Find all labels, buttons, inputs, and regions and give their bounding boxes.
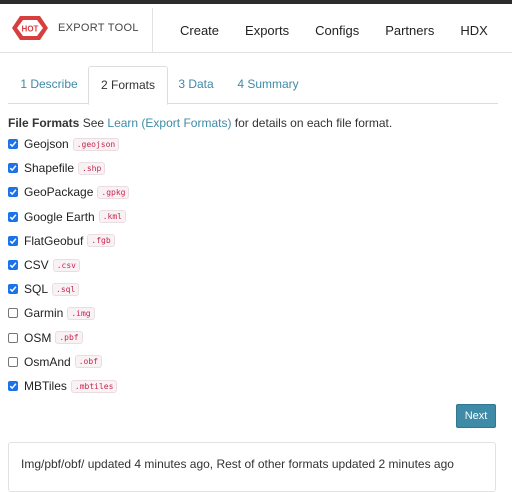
format-extension: .shp <box>78 161 106 175</box>
brand-divider <box>152 8 153 52</box>
format-checkbox[interactable] <box>8 235 18 246</box>
format-checkbox[interactable] <box>8 211 18 222</box>
brand-title: EXPORT TOOL <box>58 22 139 34</box>
format-row-shapefile[interactable]: Shapefile .shp <box>8 159 106 177</box>
format-row-garmin[interactable]: Garmin .img <box>8 304 95 322</box>
format-extension: .fgb <box>87 234 115 248</box>
format-name: MBTiles <box>24 379 67 393</box>
format-extension: .sql <box>52 282 80 296</box>
tab-summary[interactable]: 4 Summary <box>230 66 306 102</box>
format-extension: .csv <box>52 258 80 272</box>
format-row-sql[interactable]: SQL .sql <box>8 280 80 298</box>
check-icon <box>9 262 17 269</box>
format-name: Google Earth <box>24 209 95 224</box>
nav-menu: Create Exports Configs Partners HDX Ad <box>180 8 512 52</box>
status-text: Img/pbf/obf/ updated 4 minutes ago, Rest… <box>21 457 454 471</box>
format-checkbox[interactable] <box>8 139 18 149</box>
format-checkbox[interactable] <box>8 381 18 391</box>
format-name: OSM <box>24 330 52 345</box>
check-icon <box>9 286 17 293</box>
nav-exports[interactable]: Exports <box>245 23 289 38</box>
format-name: SQL <box>24 282 49 297</box>
format-checkbox[interactable] <box>8 356 18 367</box>
format-name: Garmin <box>24 306 64 321</box>
check-icon <box>9 213 17 220</box>
format-checkbox[interactable] <box>8 308 18 319</box>
format-checkbox[interactable] <box>8 260 18 270</box>
format-name: FlatGeobuf <box>24 233 84 248</box>
format-extension: .kml <box>98 210 126 224</box>
tab-describe[interactable]: 1 Describe <box>12 66 86 102</box>
file-formats-header: File Formats See Learn (Export Formats) … <box>8 116 392 130</box>
format-extension: .mbtiles <box>70 379 118 393</box>
format-checkbox[interactable] <box>8 163 18 174</box>
navbar: HOT EXPORT TOOL Create Exports Configs P… <box>0 4 512 53</box>
nav-hdx[interactable]: HDX <box>460 23 487 38</box>
format-row-geopackage[interactable]: GeoPackage .gpkg <box>8 183 130 201</box>
format-row-google-earth[interactable]: Google Earth .kml <box>8 208 126 226</box>
format-row-osm[interactable]: OSM .pbf <box>8 329 83 347</box>
format-row-flatgeobuf[interactable]: FlatGeobuf .fgb <box>8 232 115 250</box>
format-checkbox[interactable] <box>8 284 18 295</box>
check-icon <box>9 189 17 196</box>
format-checkbox[interactable] <box>8 332 18 343</box>
tab-data[interactable]: 3 Data <box>172 66 220 102</box>
format-extension: .obf <box>74 355 102 369</box>
nav-configs[interactable]: Configs <box>315 23 359 38</box>
format-extension: .geojson <box>72 137 120 151</box>
format-name: CSV <box>24 258 49 272</box>
format-name: Shapefile <box>24 161 75 176</box>
next-button[interactable]: Next <box>456 404 496 428</box>
check-icon <box>9 383 17 390</box>
format-row-mbtiles[interactable]: MBTiles .mbtiles <box>8 377 118 395</box>
format-row-csv[interactable]: CSV .csv <box>8 256 80 274</box>
learn-export-formats-link[interactable]: Learn (Export Formats) <box>107 116 231 130</box>
file-formats-title: File Formats <box>8 116 80 130</box>
format-name: GeoPackage <box>24 185 94 200</box>
step-tabs: 1 Describe 2 Formats 3 Data 4 Summary <box>8 66 498 105</box>
format-extension: .gpkg <box>97 185 130 199</box>
check-icon <box>9 141 17 148</box>
format-name: Geojson <box>24 137 69 151</box>
tab-formats[interactable]: 2 Formats <box>88 66 168 105</box>
file-formats-see: See <box>82 116 105 130</box>
svg-text:HOT: HOT <box>22 25 39 34</box>
check-icon <box>9 238 17 244</box>
format-row-osmand[interactable]: OsmAnd .obf <box>8 353 102 371</box>
format-extension: .pbf <box>55 331 83 345</box>
brand[interactable]: HOT EXPORT TOOL <box>8 10 156 46</box>
hot-logo-icon: HOT <box>12 16 48 40</box>
format-checkbox[interactable] <box>8 187 18 198</box>
format-name: OsmAnd <box>24 354 71 369</box>
status-panel: Img/pbf/obf/ updated 4 minutes ago, Rest… <box>8 442 496 492</box>
check-icon <box>9 165 17 172</box>
nav-create[interactable]: Create <box>180 23 219 38</box>
format-row-geojson[interactable]: Geojson .geojson <box>8 135 120 153</box>
format-extension: .img <box>67 306 95 320</box>
nav-partners[interactable]: Partners <box>385 23 434 38</box>
file-formats-suffix: for details on each file format. <box>234 116 393 130</box>
